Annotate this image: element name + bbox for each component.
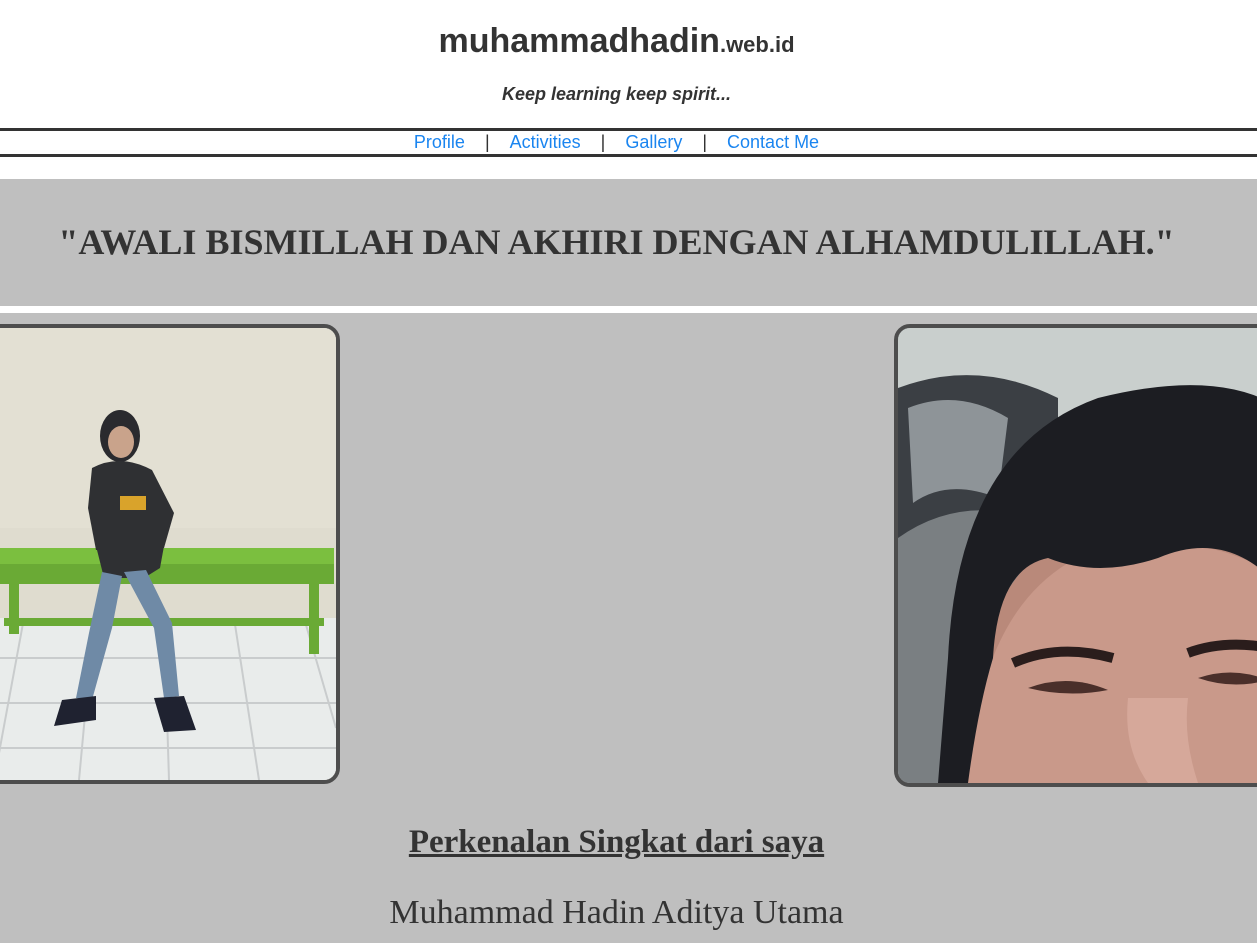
quote-banner: "AWALI BISMILLAH DAN AKHIRI DENGAN ALHAM… [0, 179, 1257, 306]
site-name: muhammadhadin [438, 22, 720, 60]
photo-sitting-image [0, 328, 336, 780]
photo-selfie-image [898, 328, 1257, 783]
intro-heading: Perkenalan Singkat dari saya [408, 824, 825, 860]
nav-separator: | [484, 132, 490, 152]
nav-separator: | [600, 132, 606, 152]
nav-separator: | [702, 132, 708, 152]
profile-section: Perkenalan Singkat dari saya Muhammad Ha… [0, 313, 1257, 943]
nav-link-activities[interactable]: Activities [510, 132, 581, 152]
nav-links: Profile | Activities | Gallery | Contact Me [414, 132, 819, 152]
nav-link-contact-me[interactable]: Contact Me [727, 132, 819, 152]
site-domain-suffix: .web.id [719, 32, 795, 57]
main-nav: Profile | Activities | Gallery | Contact Me [0, 128, 1257, 157]
intro-full-name: Muhammad Hadin Aditya Utama [389, 894, 844, 931]
site-title: muhammadhadin.web.id [0, 19, 1233, 67]
nav-link-gallery[interactable]: Gallery [625, 132, 682, 152]
nav-link-profile[interactable]: Profile [414, 132, 465, 152]
tagline: Keep learning keep spirit... [501, 84, 732, 104]
profile-photo-selfie [894, 324, 1257, 787]
motto-quote: "AWALI BISMILLAH DAN AKHIRI DENGAN ALHAM… [58, 222, 1175, 262]
profile-photo-sitting [0, 324, 340, 784]
